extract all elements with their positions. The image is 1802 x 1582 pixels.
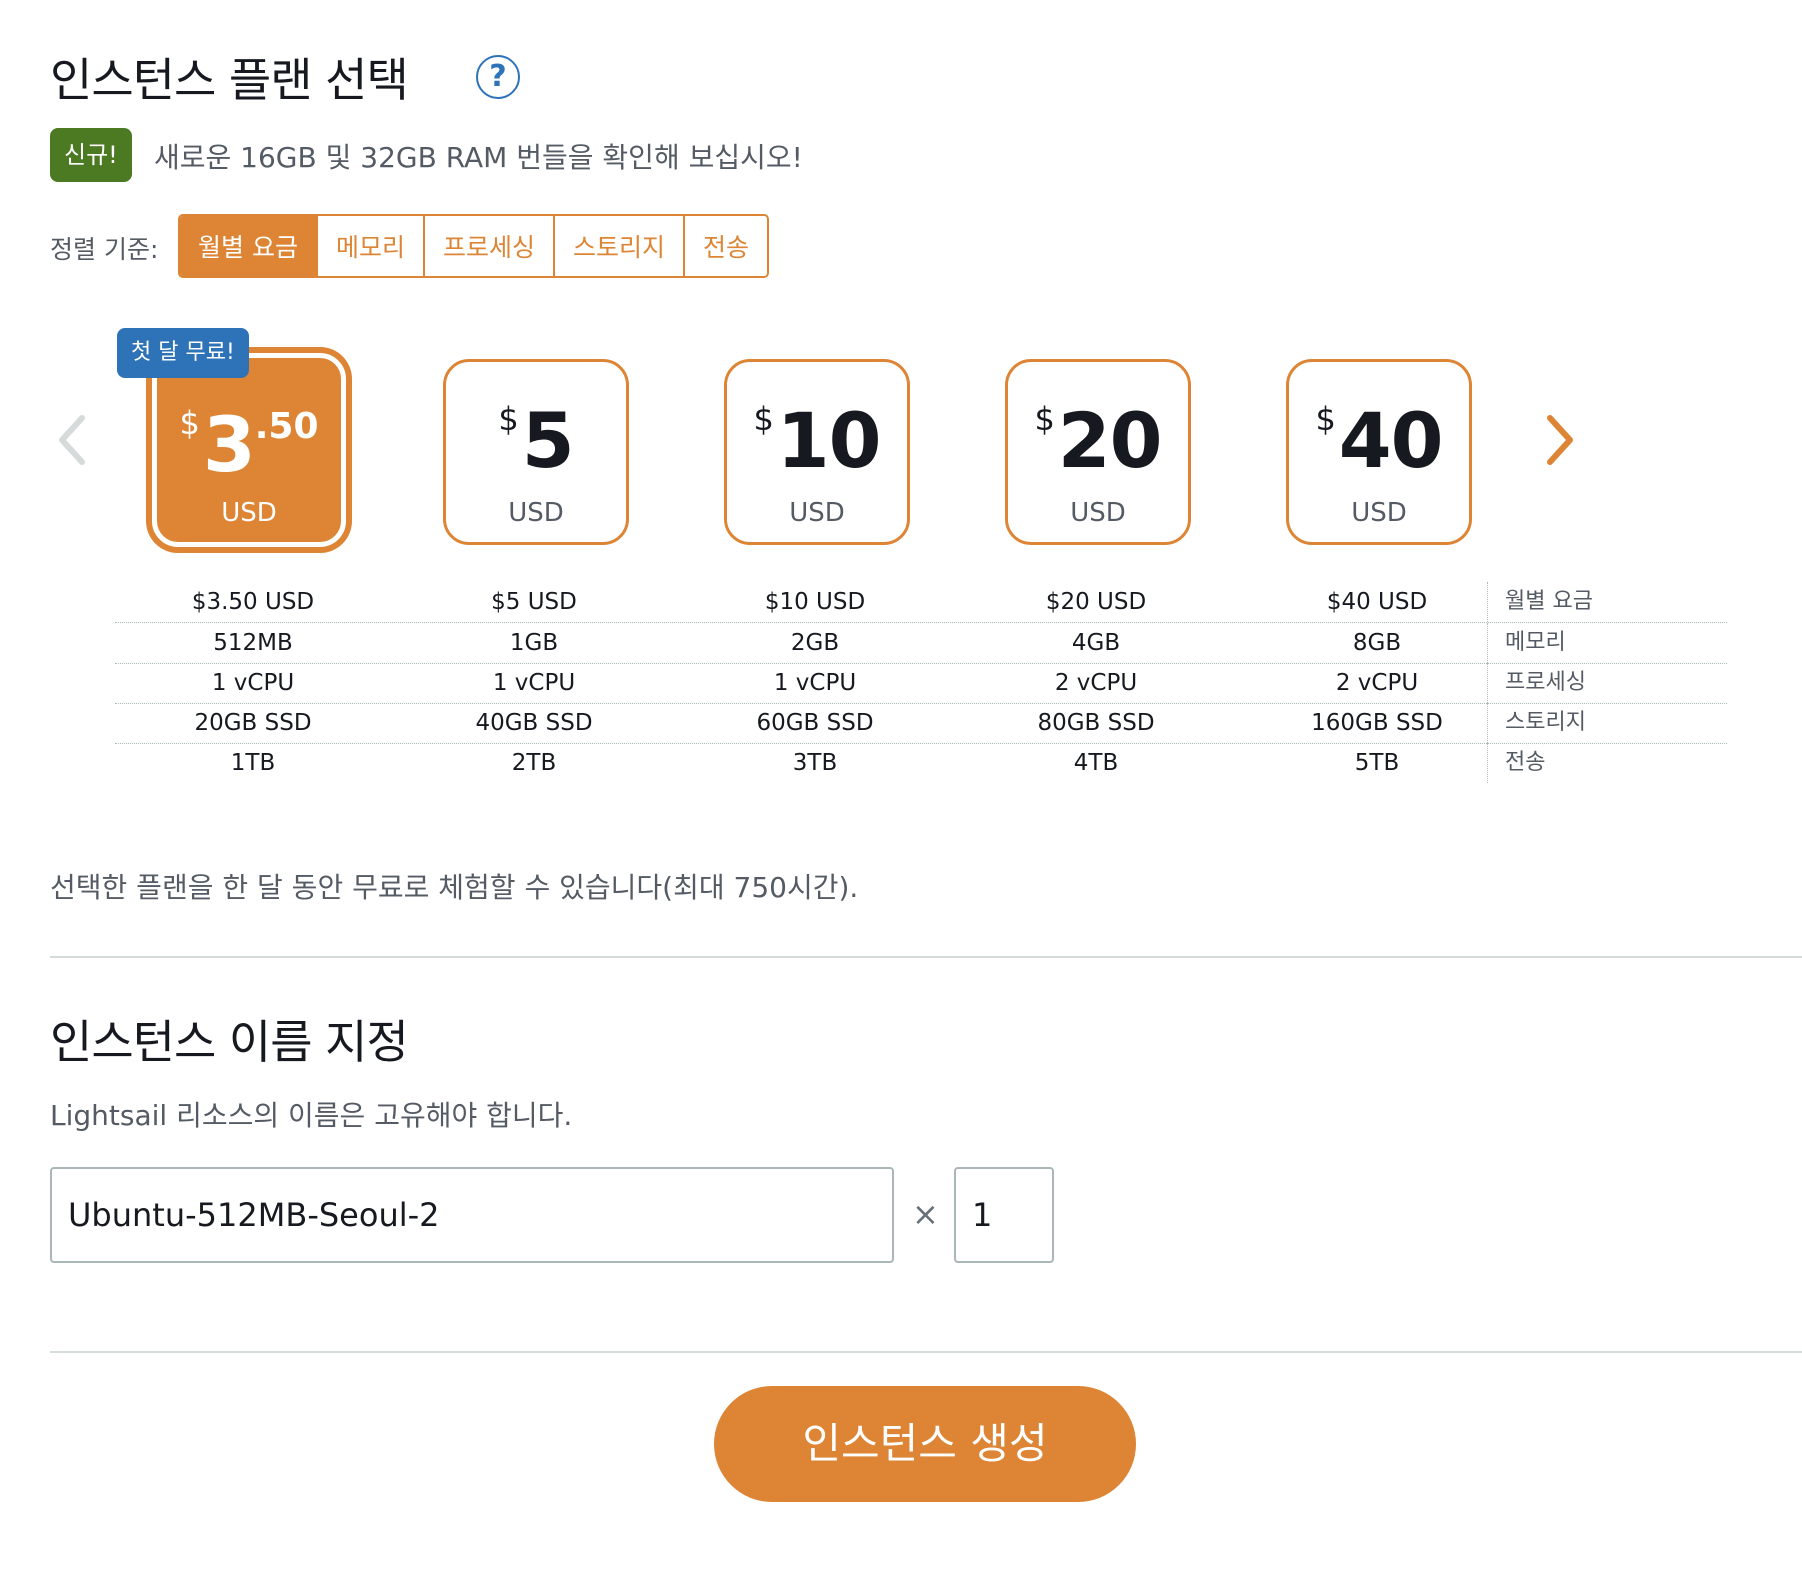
spec-cell: 2TB	[511, 750, 557, 776]
plan-amount: 3	[202, 400, 256, 489]
plan-amount: 40	[1338, 396, 1444, 485]
spec-row-label: 스토리지	[1505, 710, 1586, 735]
promo-text: 새로운 16GB 및 32GB RAM 번들을 확인해 보십시오!	[154, 141, 803, 174]
plan-amount: 10	[776, 396, 882, 485]
plan-dollar-sign: $	[1315, 400, 1336, 438]
sort-option-memory[interactable]: 메모리	[317, 216, 425, 276]
plan-amount: 5	[521, 396, 575, 485]
plan-currency: USD	[1351, 498, 1407, 528]
sort-label: 정렬 기준:	[50, 235, 159, 264]
spec-row-memory: 512MB 1GB 2GB 4GB 8GB 메모리	[115, 623, 1727, 664]
plan-card-40[interactable]: $40 USD	[1286, 359, 1472, 545]
spec-cell: 8GB	[1352, 630, 1402, 656]
spec-cell: $40 USD	[1326, 589, 1428, 615]
chevron-left-icon[interactable]	[52, 410, 92, 480]
spec-cell: $3.50 USD	[191, 589, 315, 615]
spec-cell: 2 vCPU	[1054, 670, 1138, 696]
sort-option-processing[interactable]: 프로세싱	[424, 216, 555, 276]
spec-cell: 4GB	[1071, 630, 1121, 656]
name-section-title: 인스턴스 이름 지정	[50, 1015, 409, 1069]
sort-segmented-control: 월별 요금 메모리 프로세싱 스토리지 전송	[178, 214, 770, 278]
create-instance-button[interactable]: 인스턴스 생성	[714, 1386, 1136, 1502]
spec-cell: 5TB	[1354, 750, 1400, 776]
spec-row-monthly-price: $3.50 USD $5 USD $10 USD $20 USD $40 USD…	[115, 582, 1727, 623]
name-section-subtitle: Lightsail 리소스의 이름은 고유해야 합니다.	[50, 1099, 573, 1132]
spec-cell: 20GB SSD	[194, 710, 312, 736]
spec-cell: 60GB SSD	[756, 710, 874, 736]
times-icon: ×	[912, 1195, 939, 1233]
section-divider	[50, 956, 1802, 958]
spec-divider	[1487, 582, 1488, 622]
spec-divider	[1487, 743, 1488, 783]
plan-currency: USD	[221, 498, 277, 528]
plan-currency: USD	[789, 498, 845, 528]
instance-name-input[interactable]: Ubuntu-512MB-Seoul-2	[50, 1167, 894, 1263]
plan-currency: USD	[508, 498, 564, 528]
spec-cell: 4TB	[1073, 750, 1119, 776]
spec-row-label: 메모리	[1505, 630, 1566, 655]
free-first-month-badge: 첫 달 무료!	[117, 328, 249, 378]
spec-cell: 3TB	[792, 750, 838, 776]
plan-dollar-sign: $	[1034, 400, 1055, 438]
plan-dollar-sign: $	[179, 404, 200, 442]
spec-cell: 1 vCPU	[773, 670, 857, 696]
spec-row-label: 프로세싱	[1505, 670, 1586, 695]
plan-card-20[interactable]: $20 USD	[1005, 359, 1191, 545]
free-trial-note: 선택한 플랜을 한 달 동안 무료로 체험할 수 있습니다(최대 750시간).	[50, 871, 859, 904]
spec-cell: 1 vCPU	[492, 670, 576, 696]
plan-card-3-50[interactable]: $3.50 USD	[152, 353, 346, 547]
spec-cell: 2GB	[790, 630, 840, 656]
plan-cents: .50	[254, 406, 319, 447]
plan-card-10[interactable]: $10 USD	[724, 359, 910, 545]
spec-cell: 512MB	[213, 630, 293, 656]
section-divider	[50, 1351, 1802, 1353]
plan-section-title: 인스턴스 플랜 선택	[50, 53, 409, 107]
sort-option-transfer[interactable]: 전송	[685, 216, 768, 276]
plan-dollar-sign: $	[498, 400, 519, 438]
spec-divider	[1487, 663, 1488, 703]
spec-cell: $20 USD	[1045, 589, 1147, 615]
spec-row-label: 전송	[1505, 750, 1546, 775]
spec-row-transfer: 1TB 2TB 3TB 4TB 5TB 전송	[115, 743, 1727, 783]
plan-dollar-sign: $	[753, 400, 774, 438]
plan-card-5[interactable]: $5 USD	[443, 359, 629, 545]
spec-cell: 80GB SSD	[1037, 710, 1155, 736]
spec-cell: $5 USD	[491, 589, 577, 615]
spec-cell: 160GB SSD	[1311, 710, 1443, 736]
spec-cell: 1GB	[509, 630, 559, 656]
instance-count-input[interactable]: 1	[954, 1167, 1054, 1263]
sort-option-storage[interactable]: 스토리지	[554, 216, 685, 276]
spec-row-label: 월별 요금	[1505, 589, 1593, 614]
spec-cell: 1 vCPU	[211, 670, 295, 696]
spec-cell: $10 USD	[764, 589, 866, 615]
help-icon[interactable]: ?	[476, 55, 520, 99]
spec-divider	[1487, 703, 1488, 743]
spec-divider	[1487, 623, 1488, 663]
spec-cell: 40GB SSD	[475, 710, 593, 736]
plan-currency: USD	[1070, 498, 1126, 528]
new-badge: 신규!	[50, 128, 132, 182]
sort-option-monthly-price[interactable]: 월별 요금	[180, 216, 318, 276]
chevron-right-icon[interactable]	[1540, 410, 1580, 480]
spec-row-storage: 20GB SSD 40GB SSD 60GB SSD 80GB SSD 160G…	[115, 703, 1727, 744]
plan-amount: 20	[1057, 396, 1163, 485]
spec-row-processing: 1 vCPU 1 vCPU 1 vCPU 2 vCPU 2 vCPU 프로세싱	[115, 663, 1727, 704]
spec-cell: 1TB	[230, 750, 276, 776]
spec-cell: 2 vCPU	[1335, 670, 1419, 696]
